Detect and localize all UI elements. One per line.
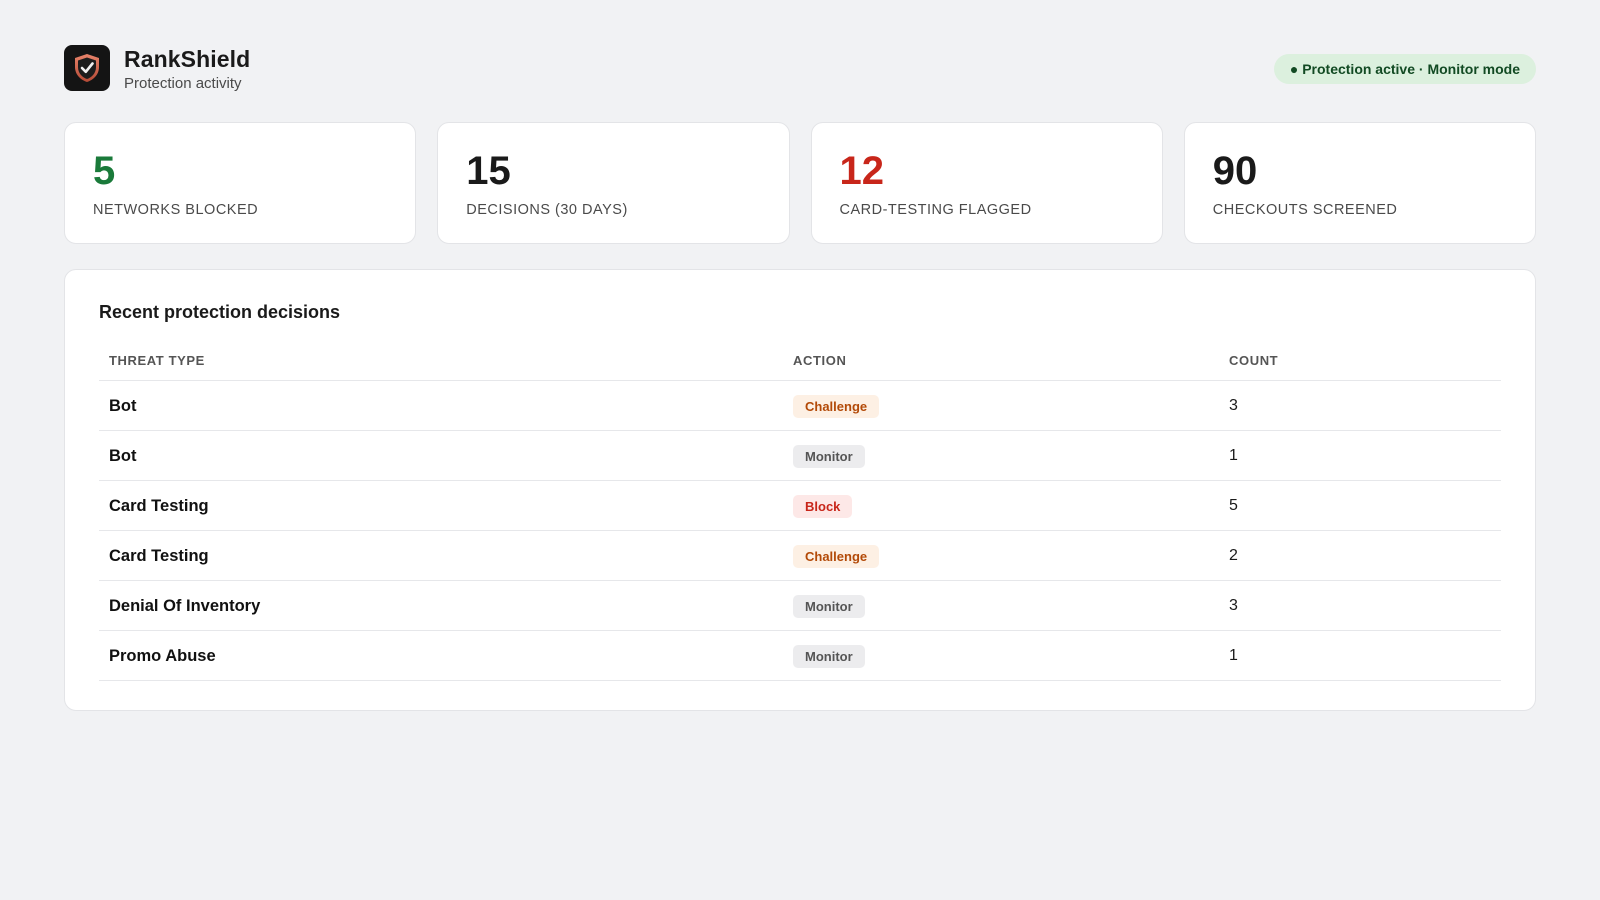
app-logo xyxy=(64,45,110,91)
stat-value: 5 xyxy=(93,149,116,193)
stat-value: 90 xyxy=(1212,149,1258,193)
decisions-panel: Recent protection decisions THREAT TYPE … xyxy=(64,269,1536,711)
table-row: Denial Of Inventory Monitor 3 xyxy=(99,581,1501,631)
stat-label: NETWORKS BLOCKED xyxy=(93,202,259,218)
table-row: Card Testing Block 5 xyxy=(99,481,1501,531)
table-row: Card Testing Challenge 2 xyxy=(99,531,1501,581)
table-row: Bot Monitor 1 xyxy=(99,431,1501,481)
table-body: Bot Challenge 3 Bot Monitor 1 Card Testi… xyxy=(99,381,1501,681)
count-cell: 3 xyxy=(1229,397,1238,414)
action-badge: Monitor xyxy=(793,445,865,468)
page-subtitle: Protection activity xyxy=(124,75,242,92)
count-cell: 1 xyxy=(1229,447,1238,464)
stat-card-decisions: 15 DECISIONS (30 DAYS) xyxy=(437,122,790,244)
stat-label: CHECKOUTS SCREENED xyxy=(1212,202,1398,218)
action-badge: Monitor xyxy=(793,595,865,618)
protection-status-badge: ● Protection active · Monitor mode xyxy=(1273,54,1536,84)
table-row: Bot Challenge 3 xyxy=(99,381,1501,431)
threat-type-cell: Promo Abuse xyxy=(109,647,216,665)
count-cell: 2 xyxy=(1229,547,1238,564)
threat-type-cell: Bot xyxy=(109,447,137,465)
stats-row: 5 NETWORKS BLOCKED 15 DECISIONS (30 DAYS… xyxy=(64,122,1536,244)
count-cell: 1 xyxy=(1229,647,1238,664)
stat-label: DECISIONS (30 DAYS) xyxy=(466,202,628,218)
stat-value: 12 xyxy=(839,149,885,193)
column-header-threat-type: THREAT TYPE xyxy=(109,353,205,368)
count-cell: 5 xyxy=(1229,497,1238,514)
column-header-action: ACTION xyxy=(793,353,847,368)
stat-card-networks-blocked: 5 NETWORKS BLOCKED xyxy=(64,122,417,244)
action-badge: Block xyxy=(793,495,853,518)
brand-name: RankShield xyxy=(124,46,251,72)
column-header-count: COUNT xyxy=(1229,353,1279,368)
stat-card-checkouts-screened: 90 CHECKOUTS SCREENED xyxy=(1183,122,1536,244)
stat-value: 15 xyxy=(466,149,511,193)
threat-type-cell: Card Testing xyxy=(109,497,209,515)
action-badge: Challenge xyxy=(793,395,880,418)
page-header: RankShield Protection activity ● Protect… xyxy=(64,45,1536,93)
stat-card-card-testing-flagged: 12 CARD-TESTING FLAGGED xyxy=(810,122,1163,244)
threat-type-cell: Bot xyxy=(109,397,137,415)
threat-type-cell: Card Testing xyxy=(109,547,209,565)
shield-check-icon xyxy=(75,54,99,82)
action-badge: Monitor xyxy=(793,645,865,668)
table-header: THREAT TYPE ACTION COUNT xyxy=(99,338,1501,381)
stat-label: CARD-TESTING FLAGGED xyxy=(839,202,1032,218)
count-cell: 3 xyxy=(1229,597,1238,614)
threat-type-cell: Denial Of Inventory xyxy=(109,597,261,615)
table-row: Promo Abuse Monitor 1 xyxy=(99,631,1501,681)
action-badge: Challenge xyxy=(793,545,880,568)
decisions-table: THREAT TYPE ACTION COUNT Bot Challenge 3… xyxy=(99,338,1501,681)
panel-title: Recent protection decisions xyxy=(99,302,341,322)
